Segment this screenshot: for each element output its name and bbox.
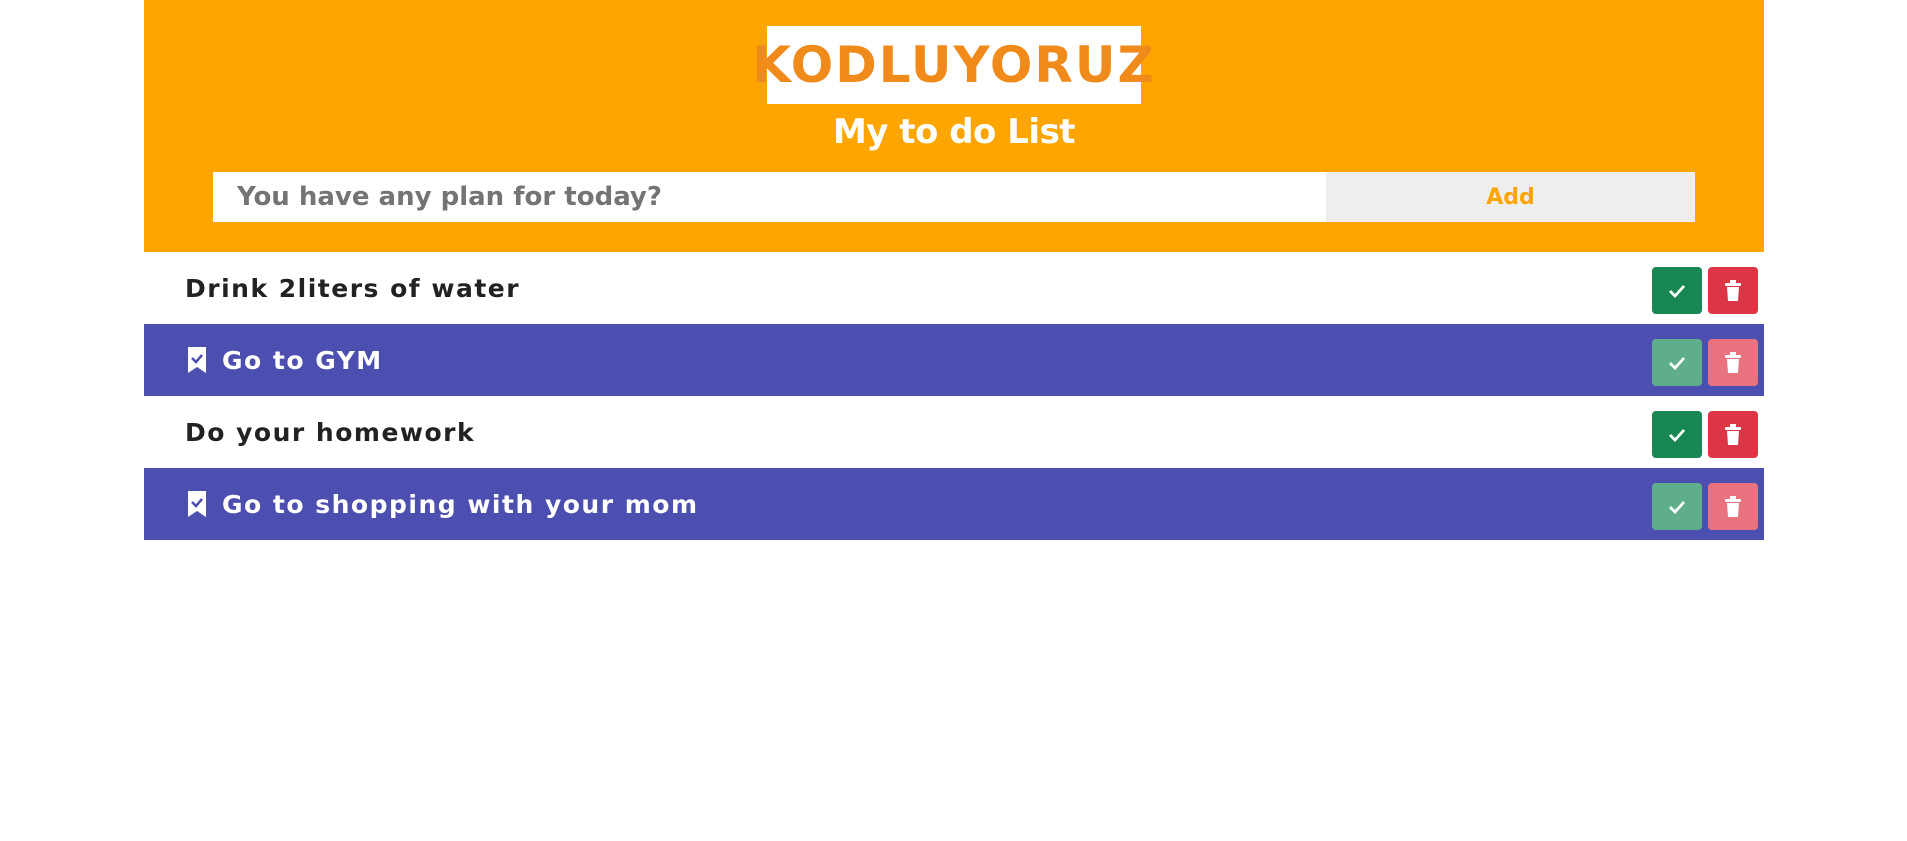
trash-icon (1725, 351, 1741, 373)
add-button[interactable]: Add (1326, 172, 1695, 222)
header: KODLUYORUZ My to do List Add (144, 0, 1764, 252)
todo-list: Drink 2liters of water Go to GYM Do your… (144, 252, 1764, 540)
done-button[interactable] (1652, 411, 1702, 458)
todo-input[interactable] (213, 172, 1326, 222)
todo-app: KODLUYORUZ My to do List Add Drink 2lite… (144, 0, 1764, 540)
todo-item[interactable]: Do your homework (144, 396, 1764, 468)
todo-item[interactable]: Drink 2liters of water (144, 252, 1764, 324)
todo-text: Do your homework (185, 417, 476, 447)
logo-text: KODLUYORUZ (752, 36, 1156, 94)
todo-actions (1652, 267, 1758, 314)
todo-text: Drink 2liters of water (185, 273, 521, 303)
bookmark-check-icon (188, 347, 206, 373)
check-icon (1669, 500, 1686, 514)
check-icon (1669, 356, 1686, 370)
done-button[interactable] (1652, 267, 1702, 314)
check-icon (1669, 284, 1686, 298)
todo-item-done[interactable]: Go to GYM (144, 324, 1764, 396)
trash-icon (1725, 495, 1741, 517)
todo-actions (1652, 339, 1758, 386)
trash-icon (1725, 279, 1741, 301)
todo-text: Go to GYM (222, 345, 383, 375)
check-icon (1669, 428, 1686, 442)
logo: KODLUYORUZ (752, 26, 1154, 104)
done-button[interactable] (1652, 339, 1702, 386)
trash-icon (1725, 423, 1741, 445)
page-title: My to do List (832, 112, 1076, 152)
todo-text: Go to shopping with your mom (222, 489, 699, 519)
add-todo-form: Add (213, 172, 1695, 222)
delete-button[interactable] (1708, 483, 1758, 530)
delete-button[interactable] (1708, 339, 1758, 386)
todo-item-done[interactable]: Go to shopping with your mom (144, 468, 1764, 540)
todo-actions (1652, 411, 1758, 458)
delete-button[interactable] (1708, 267, 1758, 314)
delete-button[interactable] (1708, 411, 1758, 458)
bookmark-check-icon (188, 491, 206, 517)
todo-actions (1652, 483, 1758, 530)
done-button[interactable] (1652, 483, 1702, 530)
